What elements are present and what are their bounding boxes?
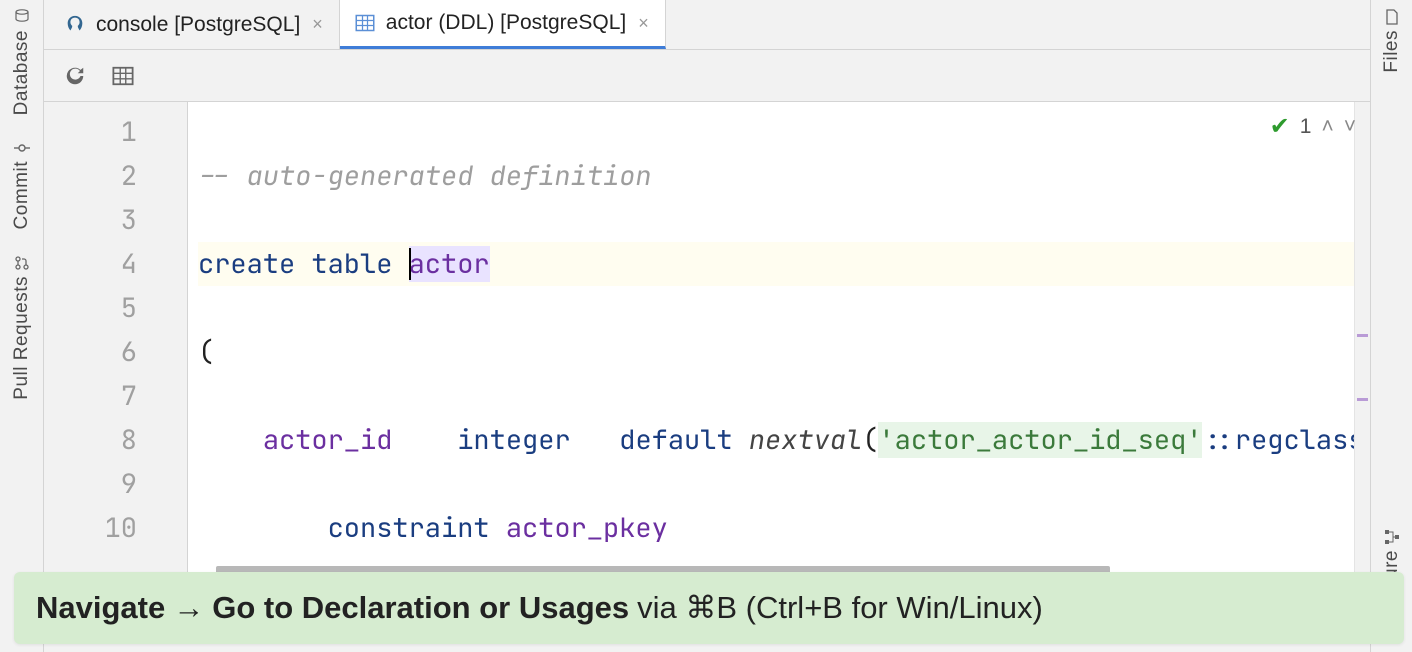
tab-actor-ddl[interactable]: actor (DDL) [PostgreSQL] × — [340, 0, 666, 49]
pull-request-icon — [13, 254, 31, 272]
stripe-marker[interactable] — [1357, 334, 1368, 337]
line-number: 1 — [44, 110, 137, 154]
rail-item-commit[interactable]: Commit — [11, 139, 33, 229]
main-area: console [PostgreSQL] × actor (DDL) [Post… — [44, 0, 1370, 652]
chevron-up-icon[interactable]: ˄ — [1321, 115, 1333, 139]
line-number: 4 — [44, 242, 137, 286]
line-gutter: 1 2 3 4 5 6 7 8 9 10 — [44, 102, 188, 580]
code-cast: ::regclass — [1202, 422, 1354, 458]
line-number: 7 — [44, 374, 137, 418]
code-keyword: create table — [198, 246, 392, 282]
left-tool-rail: Database Commit Pull Requests — [0, 0, 44, 652]
files-icon — [1383, 8, 1401, 26]
tab-label: console [PostgreSQL] — [96, 13, 300, 37]
code-content[interactable]: -- auto-generated definition create tabl… — [188, 102, 1354, 580]
code-string: 'actor_actor_id_seq' — [878, 422, 1202, 458]
inspection-count: 1 — [1300, 115, 1312, 139]
close-icon[interactable]: × — [310, 14, 325, 35]
line-number: 8 — [44, 418, 137, 462]
tip-rest: via ⌘B (Ctrl+B for Win/Linux) — [637, 590, 1043, 626]
stripe-marker[interactable] — [1357, 398, 1368, 401]
rail-label: Files — [1381, 30, 1403, 73]
arrow-icon: → — [173, 590, 204, 626]
tab-console[interactable]: console [PostgreSQL] × — [50, 0, 340, 49]
postgres-icon — [64, 14, 86, 36]
editor-toolbar — [44, 50, 1370, 102]
tip-bold-a: Navigate — [36, 590, 165, 626]
code-identifier: actor_id — [263, 422, 393, 458]
code-editor[interactable]: 1 2 3 4 5 6 7 8 9 10 -- auto-generated d… — [44, 102, 1370, 580]
refresh-button[interactable] — [62, 63, 88, 89]
line-number: 10 — [44, 506, 137, 550]
code-comment: -- auto-generated definition — [198, 158, 652, 194]
rail-label: Commit — [11, 161, 33, 229]
rail-item-files[interactable]: Files — [1381, 8, 1403, 73]
tip-banner[interactable]: Navigate → Go to Declaration or Usages v… — [14, 572, 1404, 644]
table-icon — [354, 12, 376, 34]
tip-bold-b: Go to Declaration or Usages — [212, 590, 629, 626]
code-identifier: actor_pkey — [506, 510, 668, 546]
right-tool-rail: Files Structure — [1370, 0, 1412, 652]
line-number: 2 — [44, 154, 137, 198]
tab-label: actor (DDL) [PostgreSQL] — [386, 11, 626, 35]
caret: actor — [409, 246, 490, 282]
structure-icon — [1383, 528, 1401, 546]
rail-label: Database — [11, 30, 33, 115]
line-number: 9 — [44, 462, 137, 506]
code-identifier: actor — [409, 246, 490, 282]
table-view-button[interactable] — [110, 63, 136, 89]
close-icon[interactable]: × — [636, 13, 651, 34]
check-icon: ✔ — [1270, 112, 1290, 141]
code-paren: ( — [198, 334, 214, 370]
code-func: nextval — [749, 422, 862, 458]
rail-item-database[interactable]: Database — [11, 8, 33, 115]
line-number: 5 — [44, 286, 137, 330]
code-keyword: constraint — [328, 510, 490, 546]
editor-tabbar: console [PostgreSQL] × actor (DDL) [Post… — [44, 0, 1370, 50]
code-keyword: default — [619, 422, 732, 458]
code-type: integer — [457, 422, 570, 458]
database-icon — [13, 8, 31, 26]
line-number: 3 — [44, 198, 137, 242]
inspection-widget[interactable]: ✔ 1 ˄ ˅ — [1270, 112, 1356, 141]
commit-icon — [13, 139, 31, 157]
chevron-down-icon[interactable]: ˅ — [1344, 115, 1356, 139]
error-stripe[interactable] — [1354, 102, 1370, 580]
rail-item-pull-requests[interactable]: Pull Requests — [11, 254, 33, 400]
rail-label: Pull Requests — [11, 276, 33, 400]
line-number: 6 — [44, 330, 137, 374]
